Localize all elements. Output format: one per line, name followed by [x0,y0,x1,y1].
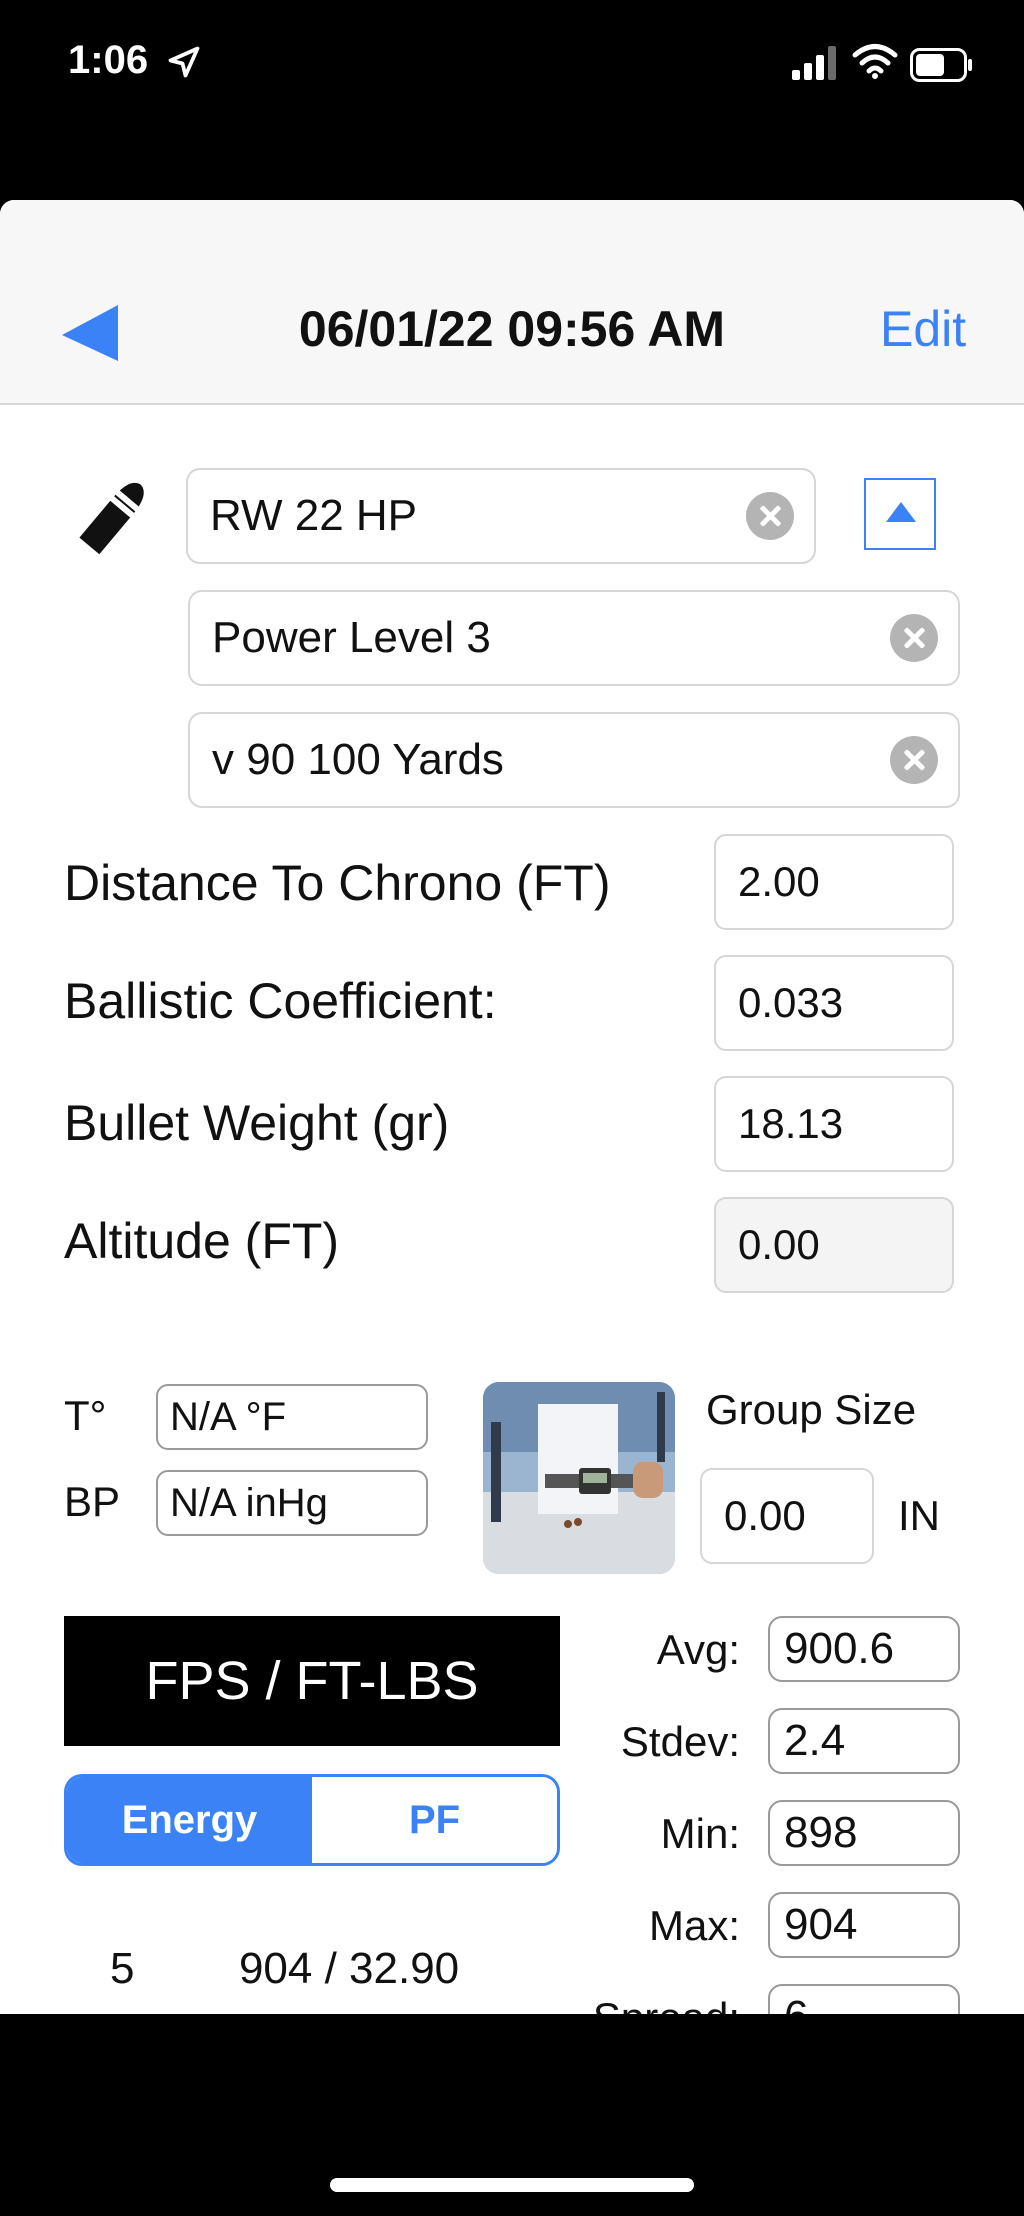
location-arrow-icon [168,46,200,78]
distance-input[interactable]: 2.00 [714,834,954,930]
bullet-weight-input[interactable]: 18.13 [714,1076,954,1172]
bp-field[interactable]: N/A inHg [156,1470,428,1536]
bc-input[interactable]: 0.033 [714,955,954,1051]
fps-ftlbs-label: FPS / FT-LBS [145,1651,479,1711]
back-triangle-icon[interactable] [60,303,120,363]
bc-label: Ballistic Coefficient: [64,973,497,1029]
ammo-field[interactable]: RW 22 HP [186,468,816,564]
notes-field[interactable]: v 90 100 Yards [188,712,960,808]
stdev-value: 2.4 [768,1708,960,1774]
edit-button[interactable]: Edit [880,300,966,358]
segment-energy[interactable]: Energy [67,1777,312,1863]
battery-icon [910,48,972,82]
group-size-unit: IN [898,1492,940,1539]
segment-pf[interactable]: PF [312,1777,557,1863]
shot-value: 904 / 32.90 [238,1944,460,1993]
session-detail-sheet: 06/01/22 09:56 AM Edit RW 22 HP Power Le… [0,200,1024,2014]
power-level-field[interactable]: Power Level 3 [188,590,960,686]
shot-index: 5 [110,1944,135,1993]
avg-label: Avg: [656,1626,740,1673]
clear-ammo-icon[interactable] [746,492,794,540]
bullet-weight-label: Bullet Weight (gr) [64,1095,450,1151]
temp-field[interactable]: N/A °F [156,1384,428,1450]
mode-segmented-control: Energy PF [64,1774,560,1866]
shot-row[interactable]: 5 904 / 32.90 [110,1944,459,1994]
altitude-label: Altitude (FT) [64,1213,340,1269]
ammo-value: RW 22 HP [210,491,418,540]
group-size-label: Group Size [706,1386,917,1433]
spread-label: Spread: [540,1994,740,2014]
avg-value: 900.6 [768,1616,960,1682]
spread-value: 6 [768,1984,960,2014]
fps-ftlbs-button[interactable]: FPS / FT-LBS [64,1616,560,1746]
altitude-input[interactable]: 0.00 [714,1197,954,1293]
max-label: Max: [648,1902,740,1949]
temp-label: T° [64,1392,107,1439]
signal-icon [792,46,836,80]
clear-power-icon[interactable] [890,614,938,662]
notes-value: v 90 100 Yards [212,735,504,784]
status-bar: 1:06 [0,0,1024,200]
distance-label: Distance To Chrono (FT) [64,855,611,911]
page-title: 06/01/22 09:56 AM [298,301,726,357]
target-photo[interactable] [483,1382,675,1574]
navigation-bar: 06/01/22 09:56 AM Edit [0,200,1024,405]
max-value: 904 [768,1892,960,1958]
bullet-icon [79,482,144,555]
min-value: 898 [768,1800,960,1866]
stdev-label: Stdev: [620,1718,740,1765]
bp-label: BP [64,1478,121,1525]
home-indicator[interactable] [330,2178,694,2192]
status-time: 1:06 [68,38,149,82]
collapse-up-button[interactable] [864,478,936,550]
clear-notes-icon[interactable] [890,736,938,784]
power-level-value: Power Level 3 [212,613,491,662]
wifi-icon [852,44,898,79]
min-label: Min: [660,1810,740,1857]
group-size-input[interactable]: 0.00 [700,1468,874,1564]
